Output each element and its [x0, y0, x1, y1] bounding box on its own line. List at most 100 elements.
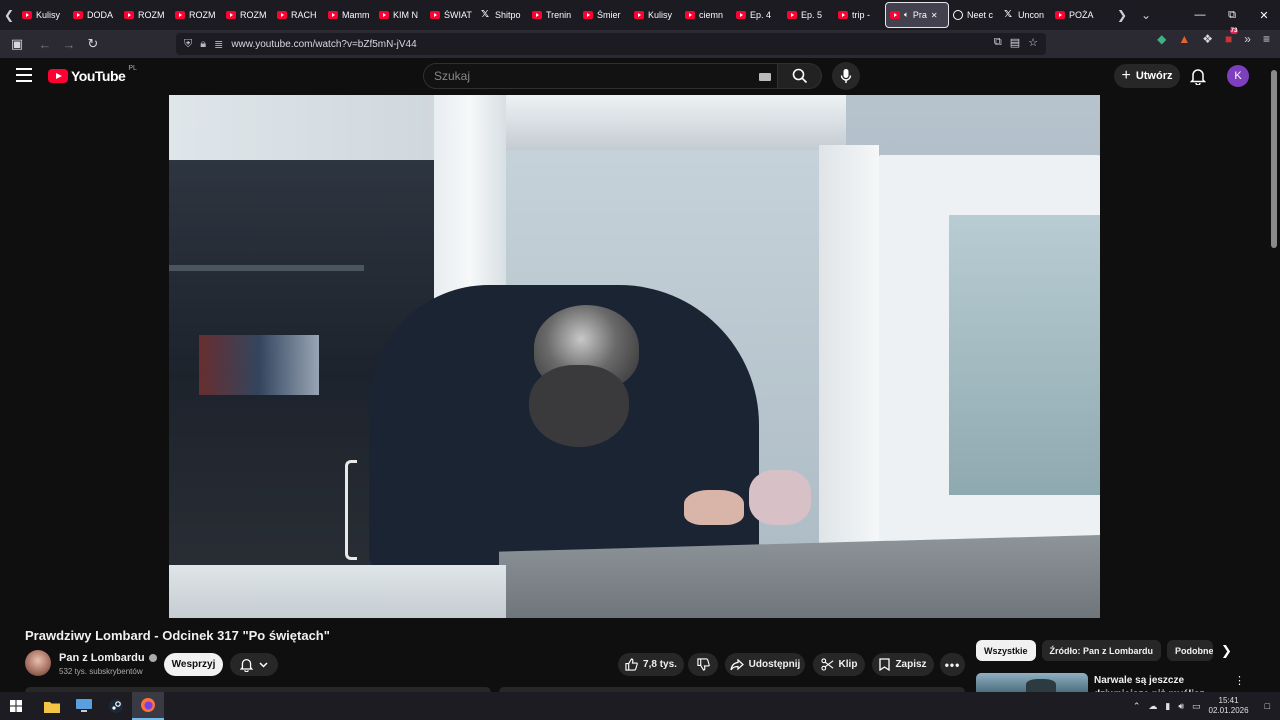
tab-label: Uncon [1018, 10, 1045, 20]
lock-icon[interactable]: 🔒︎ [200, 38, 206, 51]
youtube-logo[interactable]: YouTube PL [48, 65, 137, 84]
sidebar-toggle-icon[interactable]: ▣ [5, 32, 29, 56]
browser-tab[interactable]: ciemn [681, 2, 732, 28]
browser-tab[interactable]: ROZM [120, 2, 171, 28]
browser-tab[interactable]: ROZM [222, 2, 273, 28]
clip-button[interactable]: Klip [813, 653, 865, 676]
ublock-extension-icon[interactable]: ■ 73 [1225, 28, 1239, 46]
tabs-scroll-left-icon[interactable]: ❮ [0, 0, 18, 30]
voice-search-button[interactable] [832, 62, 860, 90]
chips-next-icon[interactable]: ❯ [1221, 643, 1232, 659]
chip-from-channel[interactable]: Źródło: Pan z Lombardu [1041, 640, 1162, 661]
account-avatar[interactable]: K [1227, 65, 1249, 87]
browser-tab[interactable]: Śmier [579, 2, 630, 28]
share-button[interactable]: Udostępnij [725, 653, 805, 676]
permissions-icon[interactable]: ≣ [214, 38, 223, 51]
browser-tab[interactable]: KIM N [375, 2, 426, 28]
youtube-favicon-icon [736, 11, 746, 19]
minimize-icon[interactable]: — [1184, 9, 1216, 21]
chevron-down-icon [259, 661, 268, 668]
like-button[interactable]: 7,8 tys. [618, 653, 684, 676]
tray-overflow-icon[interactable]: ⌃ [1133, 701, 1141, 712]
dislike-button[interactable] [688, 653, 718, 676]
notifications-bell-icon[interactable] [1189, 67, 1207, 90]
tab-label: DODA [87, 10, 114, 20]
browser-tab-active[interactable]: 🔈︎ Pra ✕ [885, 2, 949, 28]
reader-view-icon[interactable]: ▤ [1010, 36, 1020, 49]
browser-tab[interactable]: ROZM [171, 2, 222, 28]
reload-icon[interactable]: ↻ [81, 32, 105, 56]
bookmark-star-icon[interactable]: ☆ [1028, 36, 1038, 49]
browser-tab[interactable]: ŚWIAT [426, 2, 477, 28]
share-label: Udostępnij [748, 659, 801, 670]
search-input[interactable] [434, 69, 734, 83]
overflow-menu-icon[interactable]: » [1244, 32, 1251, 46]
microphone-tray-icon[interactable]: ▮ [1165, 701, 1170, 712]
tab-audio-icon[interactable]: 🔈︎ [904, 10, 909, 20]
volume-icon[interactable]: 🔊︎ [1178, 701, 1184, 712]
recommendation-title[interactable]: Narwale są jeszcze dziwniejsze niż myśli… [1094, 674, 1230, 692]
browser-tab[interactable]: Trenin [528, 2, 579, 28]
browser-tab[interactable]: Kulisy [630, 2, 681, 28]
chip-related[interactable]: Podobne [1167, 640, 1214, 661]
browser-tab[interactable]: DODA [69, 2, 120, 28]
channel-avatar[interactable] [25, 650, 51, 676]
tracking-shield-icon[interactable]: ⛨ [184, 38, 192, 51]
support-button[interactable]: Wesprzyj [164, 653, 223, 676]
cloud-icon[interactable]: ☁ [1148, 701, 1157, 712]
channel-name-link[interactable]: Pan z Lombardu [59, 652, 157, 664]
steam-icon[interactable] [100, 692, 132, 720]
fox-extension-icon[interactable]: ▲ [1178, 32, 1190, 46]
notification-center-icon[interactable]: □ [1265, 701, 1270, 711]
browser-tab[interactable]: Neet c [949, 2, 1000, 28]
more-actions-button[interactable]: ••• [940, 653, 965, 676]
tabs-scroll-right-icon[interactable]: ❯ [1113, 0, 1131, 30]
browser-tab[interactable]: Kulisy [18, 2, 69, 28]
app-menu-icon[interactable]: ≡ [1263, 32, 1270, 46]
browser-tab[interactable]: trip - [834, 2, 885, 28]
restore-icon[interactable]: ⧉ [1216, 9, 1248, 22]
forward-icon[interactable]: → [57, 32, 81, 56]
youtube-favicon-icon [634, 11, 644, 19]
video-player[interactable] [169, 95, 1100, 618]
picture-in-picture-icon[interactable]: ⧉ [994, 36, 1002, 49]
shield-extension-icon[interactable]: ◆ [1157, 32, 1166, 46]
thumbs-down-icon [696, 658, 710, 671]
address-bar[interactable]: ⛨ 🔒︎ ≣ www.youtube.com/watch?v=bZf5mN-jV… [176, 33, 1046, 55]
recommendation-menu-icon[interactable]: ⋮ [1234, 674, 1245, 687]
browser-tab[interactable]: 𝕏 Shitpo [477, 2, 528, 28]
keyboard-icon[interactable] [759, 73, 771, 81]
browser-tab[interactable]: Ep. 4 [732, 2, 783, 28]
subscription-notifications-button[interactable] [230, 653, 278, 676]
channel-name[interactable]: Pan z Lombardu [59, 652, 145, 664]
browser-tab[interactable]: Mamm [324, 2, 375, 28]
page-scrollbar[interactable] [1268, 58, 1280, 692]
scrollbar-thumb[interactable] [1271, 70, 1277, 248]
related-filter-chips: Wszystkie Źródło: Pan z Lombardu Podobne [976, 640, 1214, 661]
tab-label: Neet c [967, 10, 994, 20]
url-text[interactable]: www.youtube.com/watch?v=bZf5mN-jV44 [231, 39, 416, 50]
file-explorer-icon[interactable] [36, 692, 68, 720]
create-button[interactable]: + Utwórz [1114, 64, 1180, 88]
network-icon[interactable]: ▭ [1192, 701, 1201, 712]
back-icon[interactable]: ← [33, 32, 57, 56]
save-button[interactable]: Zapisz [872, 653, 934, 676]
search-button[interactable] [778, 63, 822, 89]
browser-tab[interactable]: 𝕏 Uncon [1000, 2, 1051, 28]
browser-tab[interactable]: Ep. 5 [783, 2, 834, 28]
clock[interactable]: 15:41 02.01.2026 [1209, 696, 1249, 716]
close-window-icon[interactable]: ✕ [1248, 9, 1280, 22]
firefox-icon[interactable] [132, 692, 164, 720]
search-box[interactable] [423, 63, 778, 89]
recommendation-thumbnail[interactable] [976, 673, 1088, 692]
start-windows-icon[interactable] [0, 692, 32, 720]
computer-app-icon[interactable] [68, 692, 100, 720]
chip-all[interactable]: Wszystkie [976, 640, 1036, 661]
close-tab-icon[interactable]: ✕ [931, 11, 938, 20]
browser-tab[interactable]: RACH [273, 2, 324, 28]
tab-list-menu-icon[interactable]: ⌄ [1137, 0, 1155, 30]
tab-label: ROZM [138, 10, 165, 20]
browser-tab[interactable]: POŻA [1051, 2, 1102, 28]
guide-menu-icon[interactable] [16, 68, 32, 82]
extensions-puzzle-icon[interactable]: ❖ [1202, 32, 1213, 46]
